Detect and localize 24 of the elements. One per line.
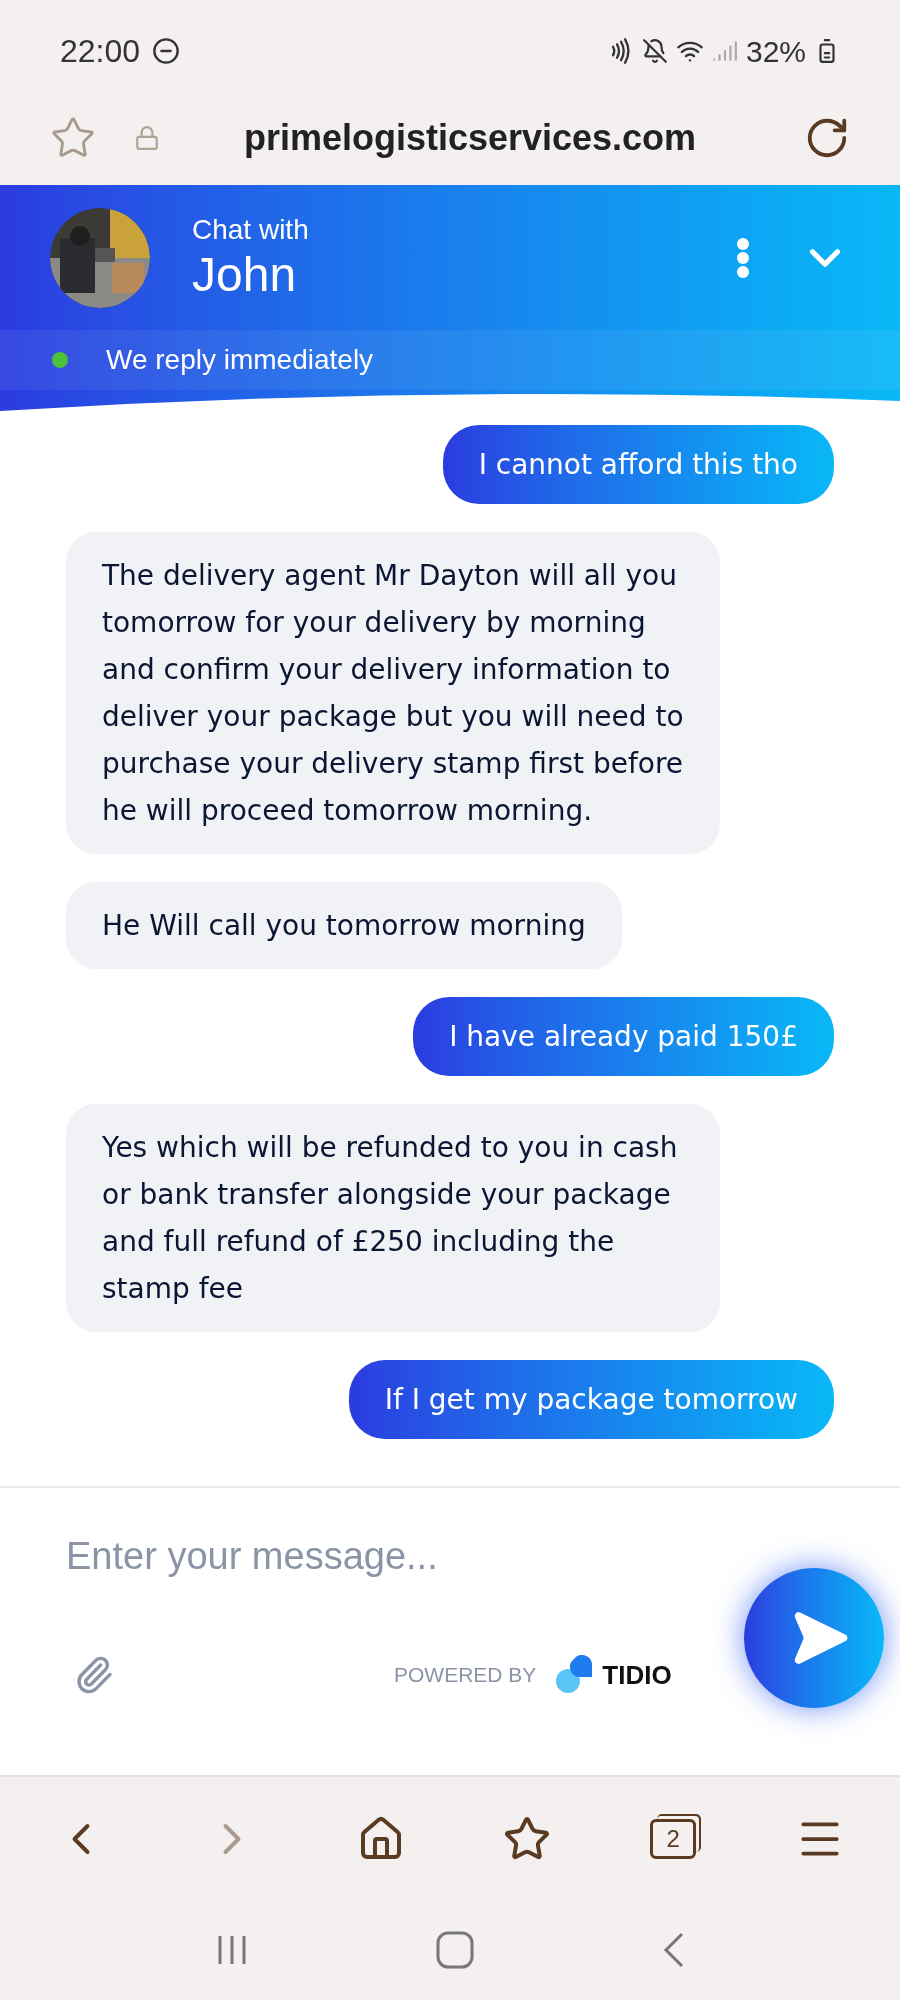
- attach-icon[interactable]: [74, 1655, 114, 1695]
- signal-icon: [711, 38, 738, 64]
- more-options-button[interactable]: [736, 236, 750, 279]
- powered-by-label: POWERED BY: [394, 1662, 537, 1689]
- status-text: We reply immediately: [106, 343, 374, 377]
- battery-percent: 32%: [745, 33, 806, 70]
- received-message: Yes which will be refunded to you in cash or bank transfer alongside your package and full refund of £250 including the stamp fee: [66, 1104, 720, 1332]
- do-not-disturb-icon: [152, 37, 181, 65]
- chat-title: Chat with: [192, 212, 309, 247]
- more-icon: [736, 236, 750, 279]
- agent-name: John: [192, 246, 298, 303]
- message-input[interactable]: Enter your message...: [66, 1528, 686, 1585]
- clock-time: 22:00: [60, 32, 141, 71]
- received-message: The delivery agent Mr Dayton will all you tomorrow for your delivery by morning and confirm your delivery information to deliver your package but you will need to purchase your delivery stamp first before he will proceed tomorrow morning.: [66, 532, 720, 854]
- brand-name: TIDIO: [602, 1658, 672, 1692]
- received-message: He Will call you tomorrow morning: [66, 882, 622, 969]
- home-button-icon[interactable]: [435, 1930, 475, 1970]
- tidio-logo-icon: [554, 1655, 595, 1695]
- mute-icon: [641, 38, 668, 64]
- send-button[interactable]: [744, 1568, 884, 1708]
- lock-icon: [134, 124, 160, 151]
- sent-message: If I get my package tomorrow: [348, 1360, 834, 1439]
- sent-message: I have already paid 150£: [413, 997, 834, 1076]
- sent-message: I cannot afford this tho: [442, 425, 834, 504]
